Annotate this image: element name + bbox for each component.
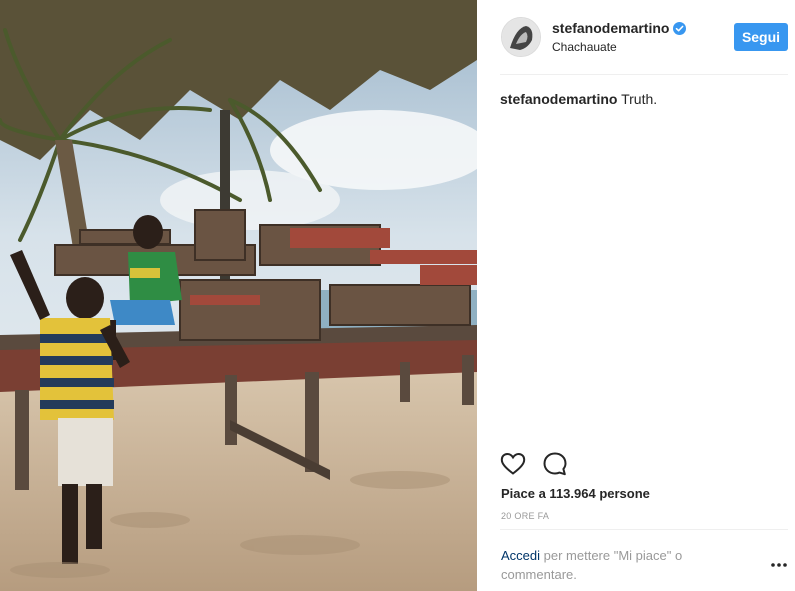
post-info-panel: stefanodemartino Chachauate Segui stefan… [477, 0, 795, 591]
comment-icon[interactable] [541, 450, 569, 478]
divider [500, 74, 788, 75]
username-text[interactable]: stefanodemartino [552, 20, 669, 36]
login-prompt: Accedi per mettere "Mi piace" o commenta… [501, 546, 731, 584]
login-link[interactable]: Accedi [501, 548, 540, 563]
post-timestamp[interactable]: 20 ORE FA [501, 511, 549, 521]
verified-badge-icon [673, 21, 687, 35]
divider [500, 529, 788, 530]
follow-button[interactable]: Segui [734, 23, 788, 51]
caption: stefanodemartino Truth. [500, 90, 788, 108]
avatar[interactable] [501, 17, 541, 57]
username[interactable]: stefanodemartino [552, 20, 687, 36]
likes-count[interactable]: Piace a 113.964 persone [501, 486, 650, 501]
heart-icon[interactable] [499, 450, 527, 478]
caption-username[interactable]: stefanodemartino [500, 91, 617, 107]
post-photo [0, 0, 477, 591]
action-bar [499, 450, 569, 480]
post-header: stefanodemartino Chachauate Segui [477, 0, 795, 74]
caption-text: Truth. [621, 91, 658, 107]
location-link[interactable]: Chachauate [552, 40, 617, 54]
more-options-icon[interactable] [769, 558, 789, 572]
